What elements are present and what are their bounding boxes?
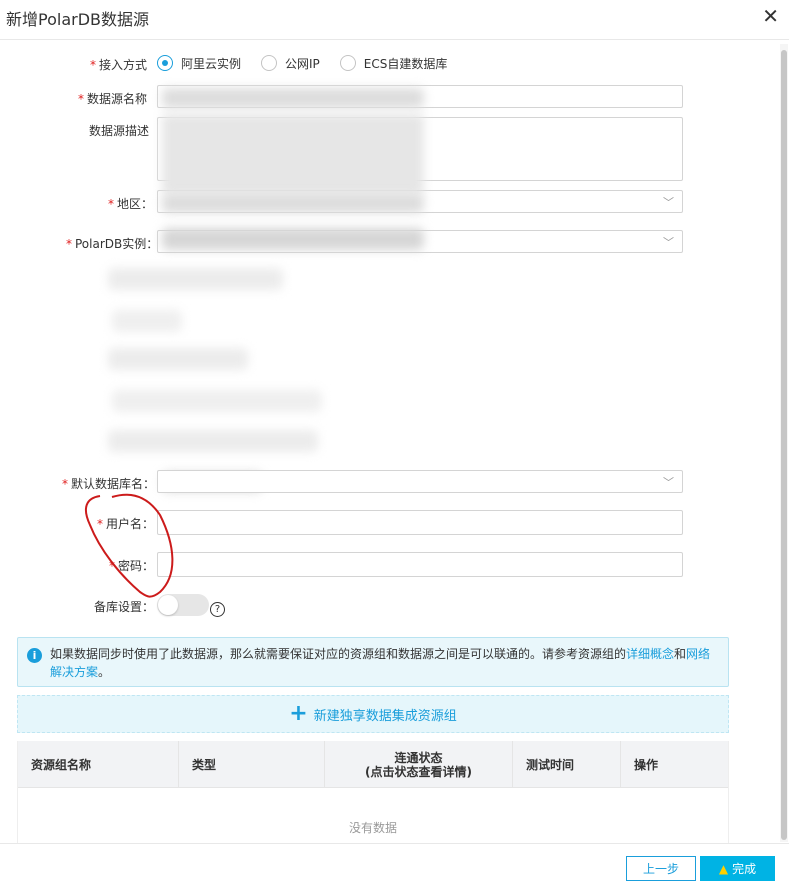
radio-empty-icon	[261, 55, 278, 71]
prev-step-button[interactable]: 上一步	[626, 856, 696, 881]
username-input[interactable]	[157, 510, 683, 535]
info-message: 如果数据同步时使用了此数据源，那么就需要保证对应的资源组和数据源之间是可以联通的…	[50, 647, 711, 679]
radio-selected-icon	[157, 55, 173, 71]
plus-icon: +	[289, 701, 308, 726]
redacted-area	[162, 114, 424, 194]
redacted-area	[108, 430, 318, 452]
resource-group-table: 资源组名称 类型 连通状态 (点击状态查看详情) 测试时间 操作 没有数据	[17, 741, 729, 843]
username-label: * 用户名：	[97, 517, 155, 531]
redacted-area	[162, 88, 424, 108]
column-header: 连通状态 (点击状态查看详情)	[325, 741, 513, 788]
toggle-knob	[158, 595, 178, 615]
redacted-area	[162, 193, 424, 213]
column-header: 操作	[634, 758, 659, 772]
password-label: * 密码：	[109, 559, 155, 573]
empty-state: 没有数据	[348, 821, 397, 835]
dialog-footer: 上一步 ▲ 完成	[0, 843, 789, 885]
new-resource-group-button[interactable]: + 新建独享数据集成资源组	[17, 695, 729, 733]
default-db-label: * 默认数据库名：	[62, 477, 156, 491]
chevron-down-icon: ﹀	[663, 196, 674, 209]
standby-toggle[interactable]	[157, 594, 209, 616]
password-input[interactable]	[157, 552, 683, 577]
radio-aliyun-instance[interactable]: 阿里云实例	[157, 55, 241, 72]
column-header: 资源组名称	[18, 741, 179, 788]
radio-empty-icon	[339, 55, 356, 71]
redacted-area	[162, 228, 424, 250]
warning-icon: ▲	[718, 861, 729, 876]
dialog-header: 新增PolarDB数据源 ✕	[0, 0, 789, 40]
column-header: 类型	[179, 741, 325, 788]
info-alert: i 如果数据同步时使用了此数据源，那么就需要保证对应的资源组和数据源之间是可以联…	[17, 637, 729, 687]
done-button[interactable]: ▲ 完成	[700, 856, 775, 881]
polardb-instance-label: * PolarDB实例：	[66, 237, 159, 251]
column-header: 测试时间	[513, 741, 621, 788]
redacted-area	[112, 390, 322, 412]
datasource-desc-label: 数据源描述	[89, 124, 150, 138]
concept-link[interactable]: 详细概念	[626, 647, 674, 661]
access-mode-radio-group: 阿里云实例 公网IP ECS自建数据库	[157, 54, 467, 72]
scrollbar[interactable]	[780, 44, 788, 842]
info-icon: i	[27, 648, 42, 663]
redacted-area	[108, 348, 248, 370]
datasource-name-label: * 数据源名称	[78, 92, 148, 106]
question-icon[interactable]: ?	[210, 602, 225, 617]
radio-ecs-db[interactable]: ECS自建数据库	[339, 55, 447, 72]
scrollbar-thumb[interactable]	[781, 50, 787, 840]
close-icon[interactable]: ✕	[762, 4, 779, 28]
dialog-title: 新增PolarDB数据源	[6, 10, 149, 29]
chevron-down-icon: ﹀	[663, 236, 674, 249]
region-label: * 地区：	[108, 197, 154, 211]
radio-public-ip[interactable]: 公网IP	[261, 55, 320, 72]
redacted-area	[108, 268, 283, 290]
access-mode-label: * 接入方式	[90, 58, 148, 72]
redacted-area	[112, 310, 182, 332]
standby-label: 备库设置：	[94, 600, 155, 614]
chevron-down-icon: ﹀	[663, 476, 674, 489]
default-db-select[interactable]: ﹀	[157, 470, 683, 493]
table-header: 资源组名称 类型 连通状态 (点击状态查看详情) 测试时间 操作	[18, 741, 728, 788]
